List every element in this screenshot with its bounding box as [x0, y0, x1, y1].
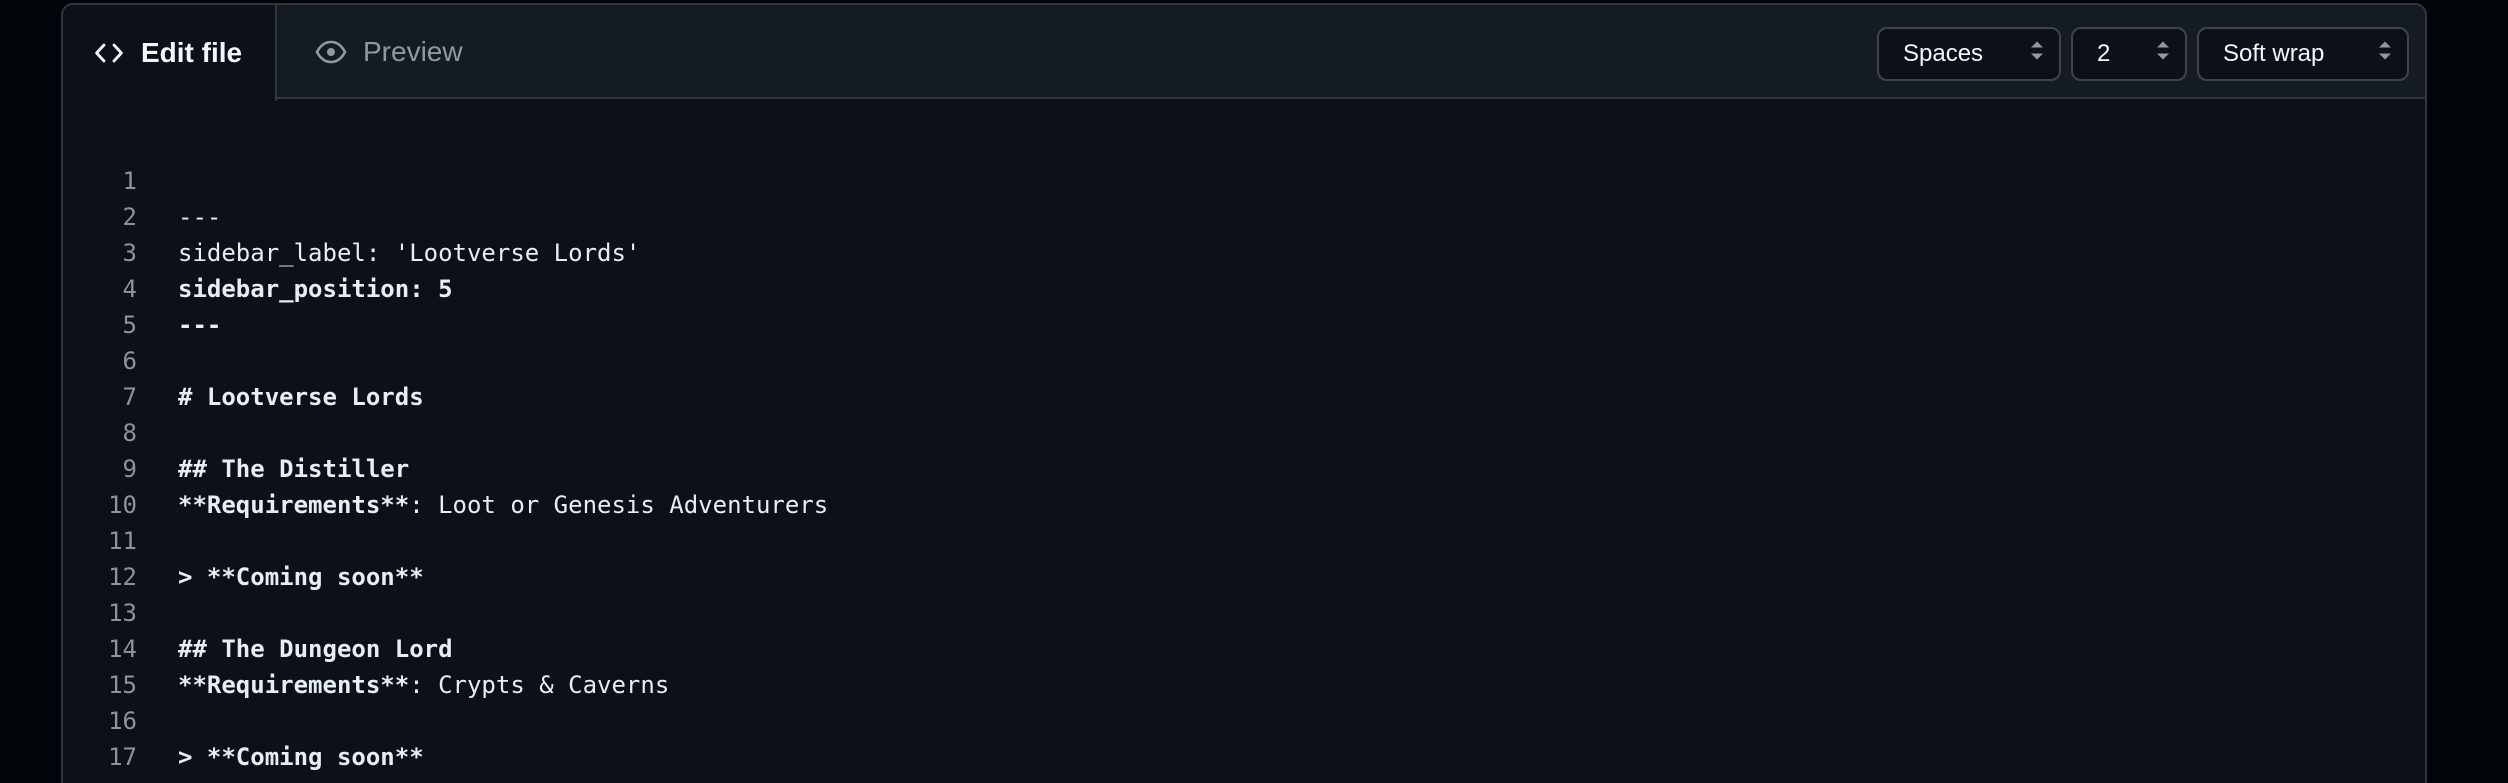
code-line: 10: [63, 451, 2425, 519]
code-line: 17: [63, 703, 2425, 771]
chevron-up-down-icon: [2029, 39, 2045, 70]
tab-edit-file-label: Edit file: [141, 37, 243, 68]
indent-mode-value: Spaces: [1903, 40, 1984, 67]
chevron-up-down-icon: [2377, 39, 2393, 70]
code-line: 16 > **Coming soon**: [63, 667, 2425, 771]
code-icon: [93, 37, 125, 69]
editor-controls: Spaces 2 Soft wrap: [1877, 27, 2409, 81]
wrap-mode-value: Soft wrap: [2223, 40, 2325, 67]
line-content: > **Coming soon**: [178, 743, 424, 771]
tab-preview-label: Preview: [363, 36, 463, 67]
code-line: 3 sidebar_position: 5: [63, 199, 2425, 303]
code-line: 2 sidebar_label: 'Lootverse Lords': [63, 163, 2425, 267]
code-line: 5: [63, 271, 2425, 339]
code-line: 11 > **Coming soon**: [63, 487, 2425, 591]
code-line: 9 **Requirements**: Loot or Genesis Adve…: [63, 415, 2425, 519]
code-line: 13 ## The Dungeon Lord: [63, 559, 2425, 663]
code-line: 1 ---: [63, 127, 2425, 231]
indent-mode-select[interactable]: Spaces: [1877, 27, 2061, 81]
code-line: 12: [63, 523, 2425, 591]
code-editor[interactable]: 1 --- 2 sidebar_label: 'Lootverse Lords'…: [63, 127, 2425, 771]
code-line: 4 ---: [63, 235, 2425, 339]
code-line: 6 # Lootverse Lords: [63, 307, 2425, 411]
code-line: 7: [63, 343, 2425, 411]
indent-size-select[interactable]: 2: [2071, 27, 2187, 81]
tab-edit-file[interactable]: Edit file: [63, 5, 277, 101]
code-line: 8 ## The Distiller: [63, 379, 2425, 483]
tab-preview[interactable]: Preview: [315, 5, 463, 99]
eye-icon: [315, 36, 347, 68]
chevron-up-down-icon: [2155, 39, 2171, 70]
indent-size-value: 2: [2097, 40, 2111, 67]
code-line: 15: [63, 631, 2425, 699]
wrap-mode-select[interactable]: Soft wrap: [2197, 27, 2409, 81]
code-line: 14 **Requirements**: Crypts & Caverns: [63, 595, 2425, 699]
file-editor: Edit file Preview Spaces 2 Soft wrap 1 -…: [61, 3, 2427, 783]
editor-header: Edit file Preview Spaces 2 Soft wrap: [63, 5, 2425, 101]
line-number: 17: [108, 743, 137, 771]
